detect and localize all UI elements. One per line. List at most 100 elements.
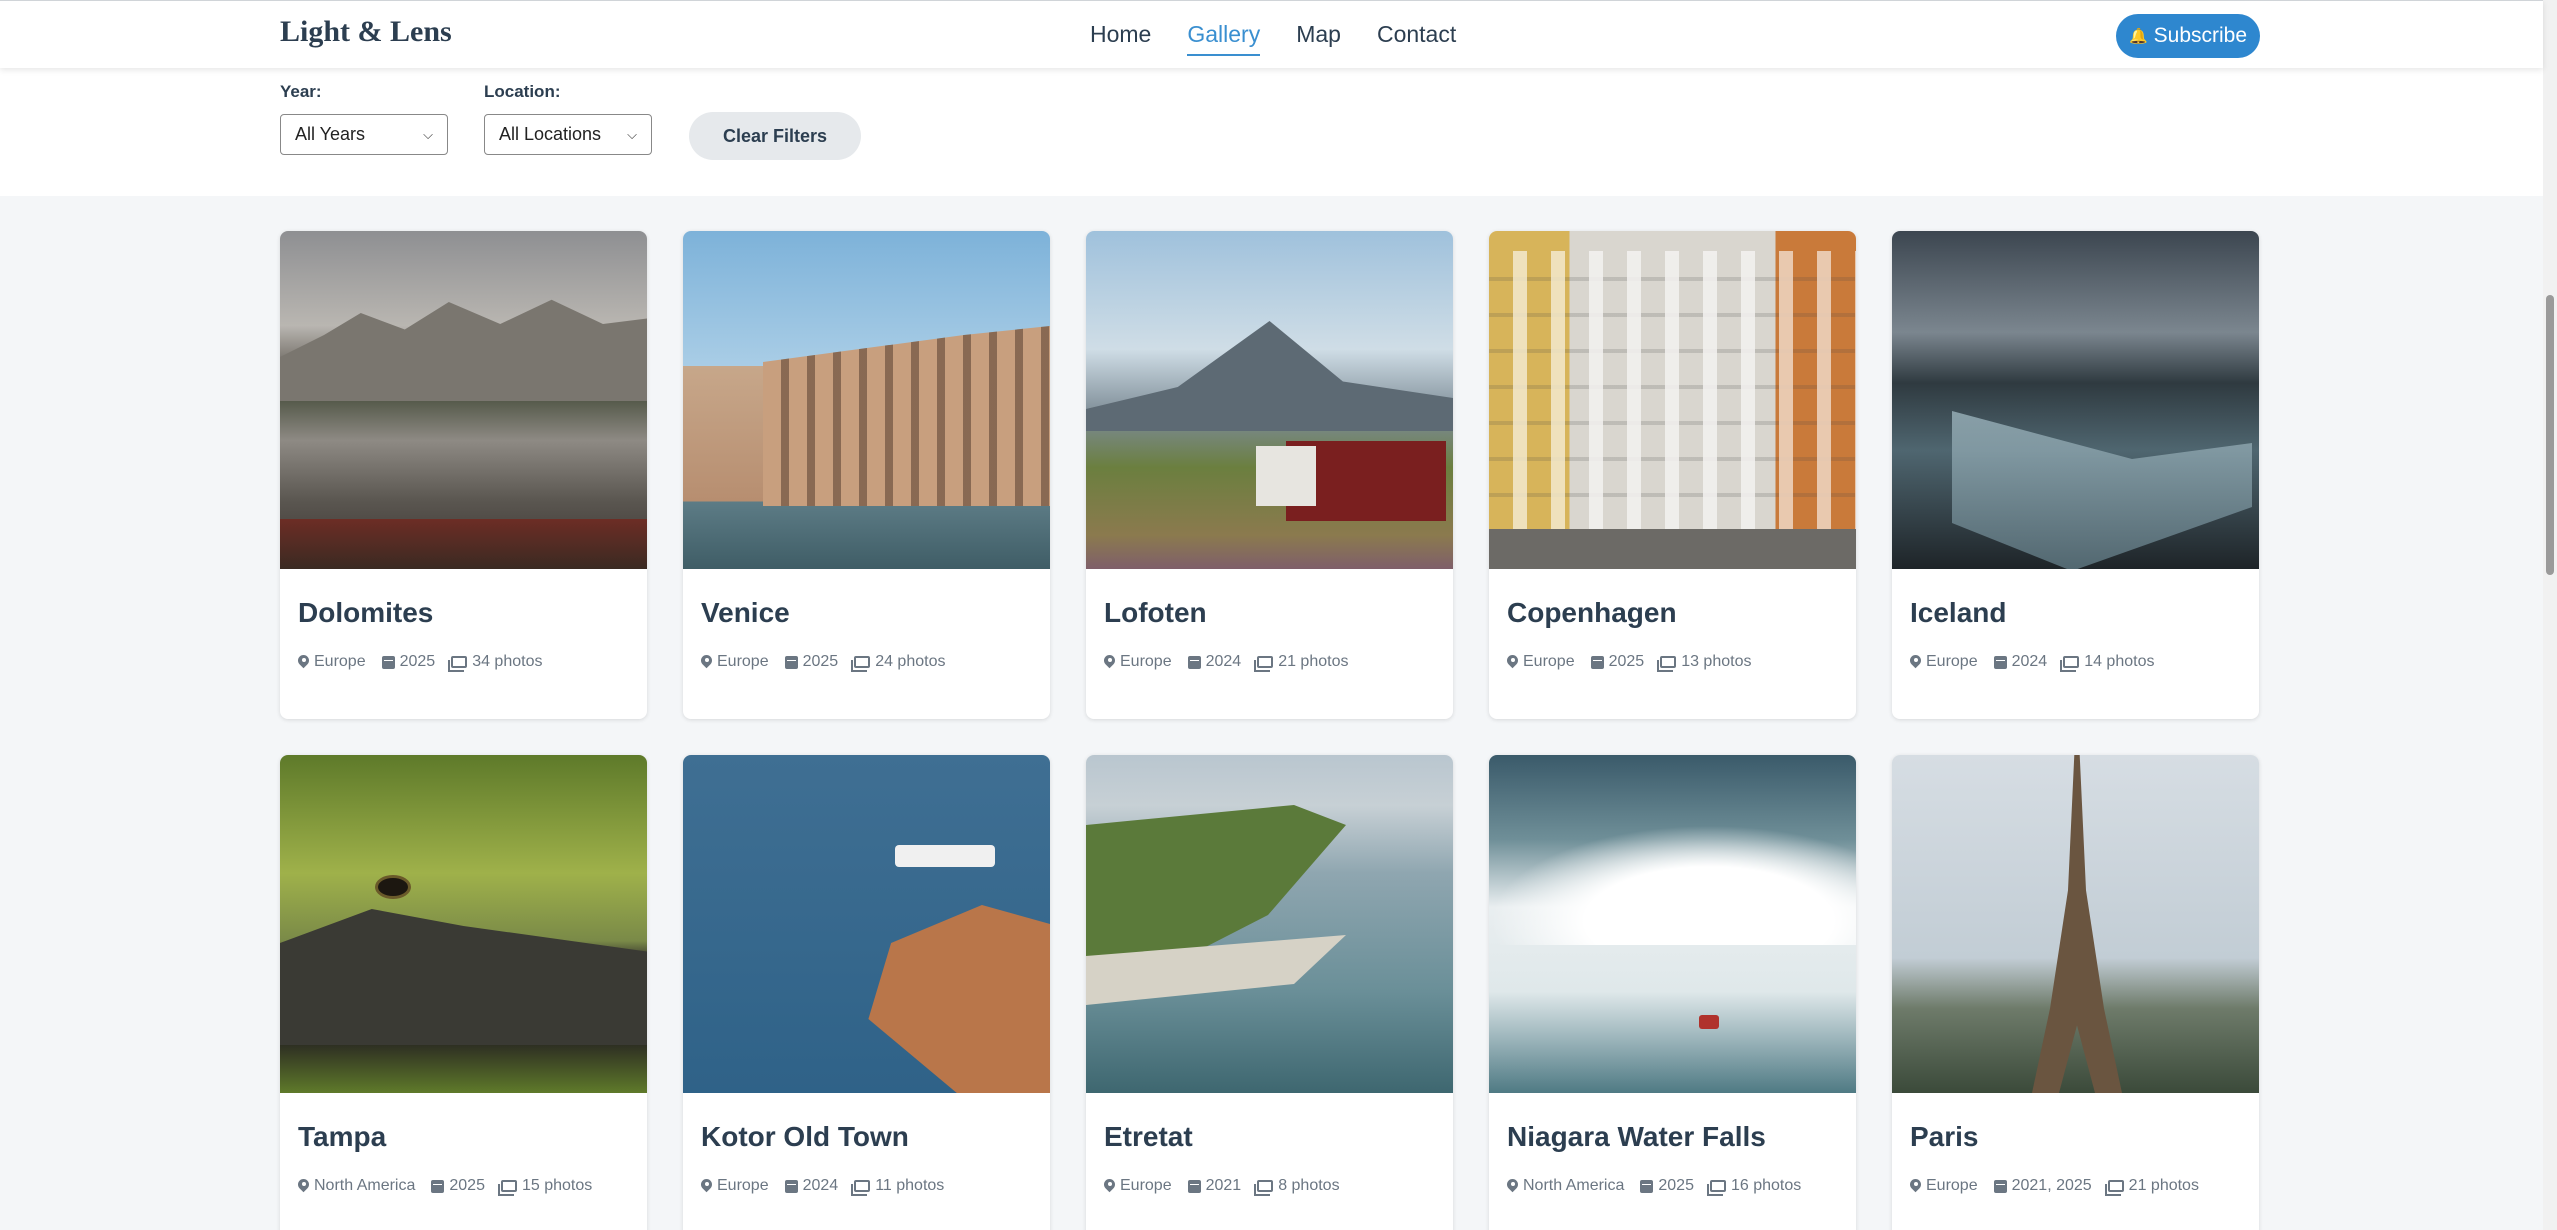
album-photo-count-text: 34 photos [472,653,543,670]
album-card[interactable]: Dolomites Europe 2025 34 photos [280,231,647,719]
album-card[interactable]: Lofoten Europe 2024 21 photos [1086,231,1453,719]
album-meta: Europe 2025 24 photos [701,653,1032,672]
album-year: 2024 [1187,653,1242,671]
album-cover-image[interactable] [1086,231,1453,569]
album-year-text: 2025 [802,653,839,670]
album-title: Niagara Water Falls [1507,1121,1766,1152]
images-icon [2104,1180,2124,1196]
album-cover-image[interactable] [1892,755,2259,1093]
album-meta: Europe 2024 11 photos [701,1177,1032,1196]
album-location: Europe [701,1177,769,1195]
album-year-text: 2025 [1658,1177,1694,1194]
map-pin-icon [1507,655,1518,669]
album-photo [683,231,1050,569]
images-icon [851,656,871,672]
album-cover-image[interactable] [683,755,1050,1093]
album-title: Dolomites [298,597,434,628]
album-photo-count: 24 photos [851,653,946,672]
calendar-icon [1640,1179,1654,1193]
album-location: Europe [1910,653,1978,671]
location-select-value: All Locations [499,124,602,144]
album-year-text: 2024 [2011,653,2048,670]
album-info: Tampa North America 2025 15 photos [280,1093,647,1196]
album-photo [280,755,647,1093]
site-header: Light & Lens Home Gallery Map Contact 🔔 … [0,0,2543,68]
album-card[interactable]: Copenhagen Europe 2025 13 photos [1489,231,1856,719]
album-cover-image[interactable] [1892,231,2259,569]
album-title: Tampa [298,1121,387,1152]
album-card[interactable]: Tampa North America 2025 15 photos [280,755,647,1230]
images-icon [1254,656,1274,672]
album-year: 2025 [431,1177,485,1195]
album-card[interactable]: Iceland Europe 2024 14 photos [1892,231,2259,719]
main-nav: Home Gallery Map Contact [1090,21,1456,56]
year-select[interactable]: All Years ⌵ [280,114,448,155]
calendar-icon [1187,655,1201,669]
album-photo-count: 21 photos [2104,1177,2199,1196]
album-cover-image[interactable] [1489,231,1856,569]
album-photo-count: 15 photos [497,1177,592,1196]
album-location: North America [298,1177,415,1195]
album-year-text: 2021, 2025 [2011,1177,2092,1194]
calendar-icon [381,655,395,669]
images-icon [1254,1180,1274,1196]
album-cover-image[interactable] [280,755,647,1093]
album-year-text: 2024 [1205,653,1242,670]
location-select[interactable]: All Locations ⌵ [484,114,652,155]
album-photo-count: 11 photos [851,1177,944,1196]
album-card[interactable]: Venice Europe 2025 24 photos [683,231,1050,719]
album-year: 2024 [784,1177,839,1195]
album-photo-count: 34 photos [448,653,543,672]
album-info: Venice Europe 2025 24 photos [683,569,1050,672]
album-meta: Europe 2025 13 photos [1507,653,1838,672]
bell-icon: 🔔 [2128,28,2148,45]
album-photo-count-text: 24 photos [875,653,946,670]
album-year-text: 2025 [399,653,436,670]
album-title: Paris [1910,1121,1979,1152]
calendar-icon [1993,655,2007,669]
album-cover-image[interactable] [1086,755,1453,1093]
album-info: Lofoten Europe 2024 21 photos [1086,569,1453,672]
album-info: Etretat Europe 2021 8 photos [1086,1093,1453,1196]
album-photo [280,231,647,569]
nav-contact[interactable]: Contact [1377,21,1456,56]
album-year-text: 2025 [1608,653,1645,670]
album-photo [1086,231,1453,569]
calendar-icon [784,1179,798,1193]
album-card[interactable]: Kotor Old Town Europe 2024 11 photos [683,755,1050,1230]
subscribe-button[interactable]: 🔔 Subscribe [2116,14,2260,58]
album-title: Copenhagen [1507,597,1677,628]
location-filter: Location: All Locations ⌵ [484,82,652,155]
chevron-down-icon: ⌵ [423,126,433,142]
album-meta: North America 2025 16 photos [1507,1177,1838,1196]
calendar-icon [1590,655,1604,669]
album-photo-count-text: 21 photos [2128,1177,2199,1194]
scrollbar-thumb[interactable] [2546,295,2554,575]
album-location-text: Europe [1120,653,1172,670]
album-location: Europe [1104,653,1172,671]
album-cover-image[interactable] [1489,755,1856,1093]
album-info: Niagara Water Falls North America 2025 1… [1489,1093,1856,1196]
calendar-icon [1187,1179,1201,1193]
album-card[interactable]: Etretat Europe 2021 8 photos [1086,755,1453,1230]
album-photo-count-text: 14 photos [2084,653,2155,670]
album-location: Europe [1910,1177,1978,1195]
album-card[interactable]: Paris Europe 2021, 2025 21 photos [1892,755,2259,1230]
album-info: Iceland Europe 2024 14 photos [1892,569,2259,672]
album-photo-count: 8 photos [1254,1177,1340,1196]
clear-filters-button[interactable]: Clear Filters [689,112,861,160]
album-year-text: 2024 [802,1177,839,1194]
map-pin-icon [298,655,309,669]
album-photo [1489,231,1856,569]
album-location: Europe [1104,1177,1172,1195]
album-cover-image[interactable] [280,231,647,569]
scrollbar[interactable] [2543,0,2557,1230]
album-card[interactable]: Niagara Water Falls North America 2025 1… [1489,755,1856,1230]
site-logo[interactable]: Light & Lens [280,15,452,49]
album-cover-image[interactable] [683,231,1050,569]
nav-home[interactable]: Home [1090,21,1151,56]
nav-map[interactable]: Map [1296,21,1341,56]
nav-gallery[interactable]: Gallery [1187,21,1261,56]
map-pin-icon [701,1179,712,1193]
map-pin-icon [298,1179,309,1193]
